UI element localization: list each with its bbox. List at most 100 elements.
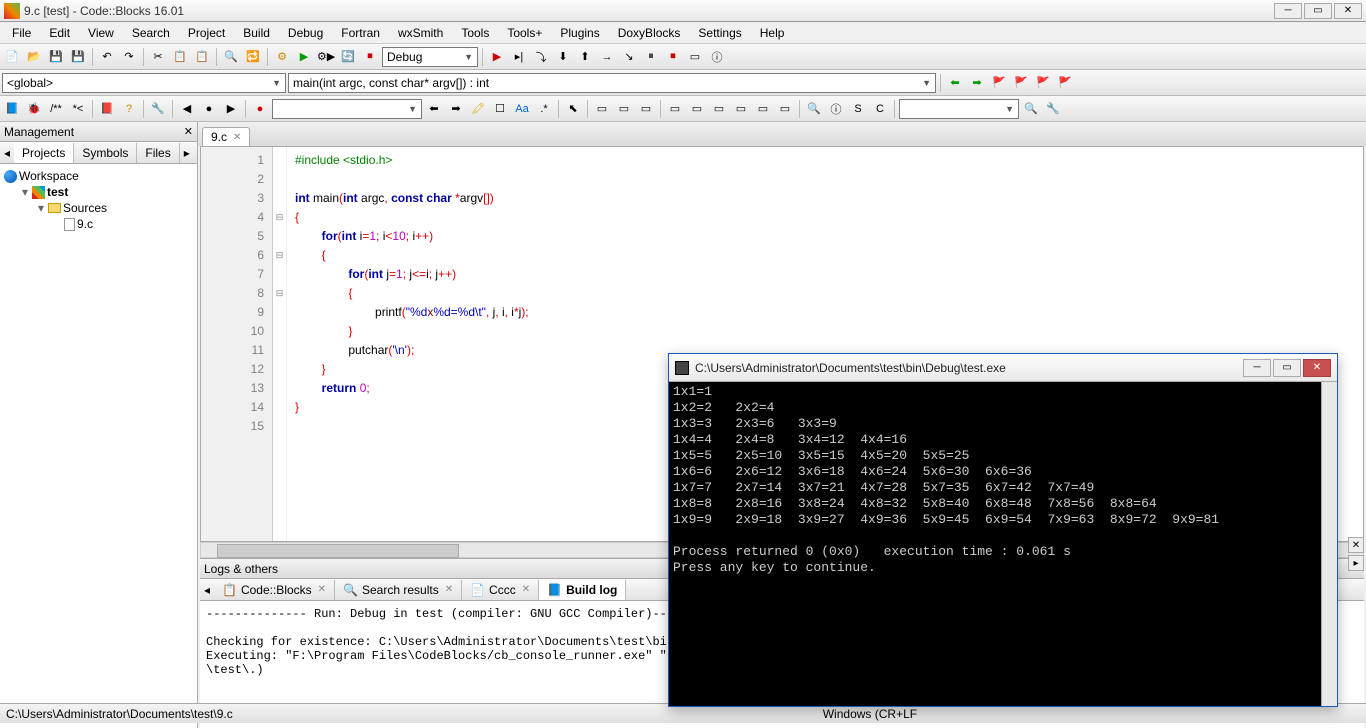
bookmark-prev-icon[interactable]: 🚩 — [1011, 73, 1031, 93]
sidescroll-icon[interactable]: ▸ — [1348, 555, 1364, 571]
abort-icon[interactable]: ⏹ — [360, 47, 380, 67]
console-titlebar[interactable]: C:\Users\Administrator\Documents\test\bi… — [669, 354, 1337, 382]
menu-settings[interactable]: Settings — [690, 24, 749, 42]
new-icon[interactable]: 📄 — [2, 47, 22, 67]
build-run-icon[interactable]: ⚙▶ — [316, 47, 336, 67]
menu-plugins[interactable]: Plugins — [552, 24, 607, 42]
console-output[interactable]: 1x1=1 1x2=2 2x2=4 1x3=3 2x3=6 3x3=9 1x4=… — [669, 382, 1337, 706]
menu-edit[interactable]: Edit — [41, 24, 78, 42]
select-icon[interactable]: ⬉ — [563, 99, 583, 119]
ui7-icon[interactable]: ▭ — [731, 99, 751, 119]
wrench-icon[interactable]: 🔧 — [148, 99, 168, 119]
undo-icon[interactable]: ↶ — [97, 47, 117, 67]
console-window[interactable]: C:\Users\Administrator\Documents\test\bi… — [668, 353, 1338, 707]
nav-fwd-icon[interactable]: ➡ — [967, 73, 987, 93]
break-icon[interactable]: ⏸ — [641, 47, 661, 67]
debug-windows-icon[interactable]: ▭ — [685, 47, 705, 67]
rebuild-icon[interactable]: 🔄 — [338, 47, 358, 67]
ui8-icon[interactable]: ▭ — [753, 99, 773, 119]
console-maximize-button[interactable]: ▭ — [1273, 359, 1301, 377]
menu-help[interactable]: Help — [752, 24, 793, 42]
menu-tools[interactable]: Tools — [453, 24, 497, 42]
s-icon[interactable]: S — [848, 99, 868, 119]
rec-icon[interactable]: ● — [250, 99, 270, 119]
redo-icon[interactable]: ↷ — [119, 47, 139, 67]
nav-back-icon[interactable]: ⬅ — [945, 73, 965, 93]
paste-icon[interactable]: 📋 — [192, 47, 212, 67]
console-close-button[interactable]: ✕ — [1303, 359, 1331, 377]
menu-view[interactable]: View — [80, 24, 122, 42]
step-into-icon[interactable]: ⬇ — [553, 47, 573, 67]
empty-combo[interactable]: ▼ — [899, 99, 1019, 119]
doxy1-icon[interactable]: 📘 — [2, 99, 22, 119]
menu-search[interactable]: Search — [124, 24, 178, 42]
doxy2-icon[interactable]: 🐞 — [24, 99, 44, 119]
step-instr-icon[interactable]: ↘ — [619, 47, 639, 67]
cut-icon[interactable]: ✂ — [148, 47, 168, 67]
zoom-icon[interactable]: 🔍 — [804, 99, 824, 119]
logtab-scroll-left-icon[interactable]: ◂ — [200, 583, 214, 597]
scope-combo[interactable]: <global>▼ — [2, 73, 286, 93]
tab-files[interactable]: Files — [137, 143, 179, 163]
ui3-icon[interactable]: ▭ — [636, 99, 656, 119]
save-all-icon[interactable]: 💾 — [68, 47, 88, 67]
doxy3-icon[interactable]: 📕 — [97, 99, 117, 119]
tool-ex1-icon[interactable]: 🔍 — [1021, 99, 1041, 119]
tool-ex2-icon[interactable]: 🔧 — [1043, 99, 1063, 119]
replace-icon[interactable]: 🔁 — [243, 47, 263, 67]
build-target-combo[interactable]: Debug▼ — [382, 47, 478, 67]
build-icon[interactable]: ⚙ — [272, 47, 292, 67]
run-icon[interactable]: ▶ — [294, 47, 314, 67]
match-case-icon[interactable]: Aa — [512, 99, 532, 119]
menu-debug[interactable]: Debug — [280, 24, 331, 42]
menu-project[interactable]: Project — [180, 24, 233, 42]
console-minimize-button[interactable]: ─ — [1243, 359, 1271, 377]
jump-back-icon[interactable]: ◀ — [177, 99, 197, 119]
sideclose1-icon[interactable]: ✕ — [1348, 537, 1364, 553]
search-combo[interactable]: ▼ — [272, 99, 422, 119]
management-close-icon[interactable]: ✕ — [184, 125, 193, 138]
menu-doxyblocks[interactable]: DoxyBlocks — [610, 24, 689, 42]
bookmark-toggle-icon[interactable]: 🚩 — [989, 73, 1009, 93]
copy-icon[interactable]: 📋 — [170, 47, 190, 67]
logtab-codeblocks[interactable]: 📋 Code::Blocks ✕ — [214, 580, 335, 600]
logtab-buildlog[interactable]: 📘 Build log — [539, 580, 626, 600]
menu-wxsmith[interactable]: wxSmith — [390, 24, 451, 42]
close-button[interactable]: ✕ — [1334, 3, 1362, 19]
comment2-icon[interactable]: *< — [68, 99, 88, 119]
ui6-icon[interactable]: ▭ — [709, 99, 729, 119]
jump-dot-icon[interactable]: ● — [199, 99, 219, 119]
menu-fortran[interactable]: Fortran — [333, 24, 388, 42]
logtab-search[interactable]: 🔍 Search results ✕ — [335, 580, 462, 600]
highlight-icon[interactable]: 🖍 — [468, 99, 488, 119]
jump-fwd-icon[interactable]: ▶ — [221, 99, 241, 119]
next-instr-icon[interactable]: → — [597, 47, 617, 67]
fold-gutter[interactable]: ⊟⊟⊟ — [273, 147, 287, 541]
bookmark-next-icon[interactable]: 🚩 — [1033, 73, 1053, 93]
menu-file[interactable]: File — [4, 24, 39, 42]
tab-scroll-right-icon[interactable]: ▸ — [180, 146, 194, 160]
tab-symbols[interactable]: Symbols — [74, 143, 137, 163]
minimize-button[interactable]: ─ — [1274, 3, 1302, 19]
editor-tab-9c[interactable]: 9.c✕ — [202, 127, 250, 146]
info2-icon[interactable]: ⓘ — [826, 99, 846, 119]
info-icon[interactable]: ⓘ — [707, 47, 727, 67]
debug-run-icon[interactable]: ▶ — [487, 47, 507, 67]
menu-toolsplus[interactable]: Tools+ — [499, 24, 550, 42]
search-fwd-icon[interactable]: ➡ — [446, 99, 466, 119]
c-icon[interactable]: C — [870, 99, 890, 119]
next-line-icon[interactable]: ⤵ — [531, 47, 551, 67]
logtab-cccc[interactable]: 📄 Cccc ✕ — [462, 580, 539, 600]
project-tree[interactable]: Workspace ▾test ▾Sources 9.c — [0, 164, 197, 728]
find-icon[interactable]: 🔍 — [221, 47, 241, 67]
ui2-icon[interactable]: ▭ — [614, 99, 634, 119]
tab-scroll-left-icon[interactable]: ◂ — [0, 146, 14, 160]
open-icon[interactable]: 📂 — [24, 47, 44, 67]
function-combo[interactable]: main(int argc, const char* argv[]) : int… — [288, 73, 936, 93]
doxy4-icon[interactable]: ? — [119, 99, 139, 119]
regex-icon[interactable]: .* — [534, 99, 554, 119]
option-icon[interactable]: ☐ — [490, 99, 510, 119]
ui1-icon[interactable]: ▭ — [592, 99, 612, 119]
comment-icon[interactable]: /** — [46, 99, 66, 119]
console-vscrollbar[interactable] — [1321, 382, 1337, 706]
